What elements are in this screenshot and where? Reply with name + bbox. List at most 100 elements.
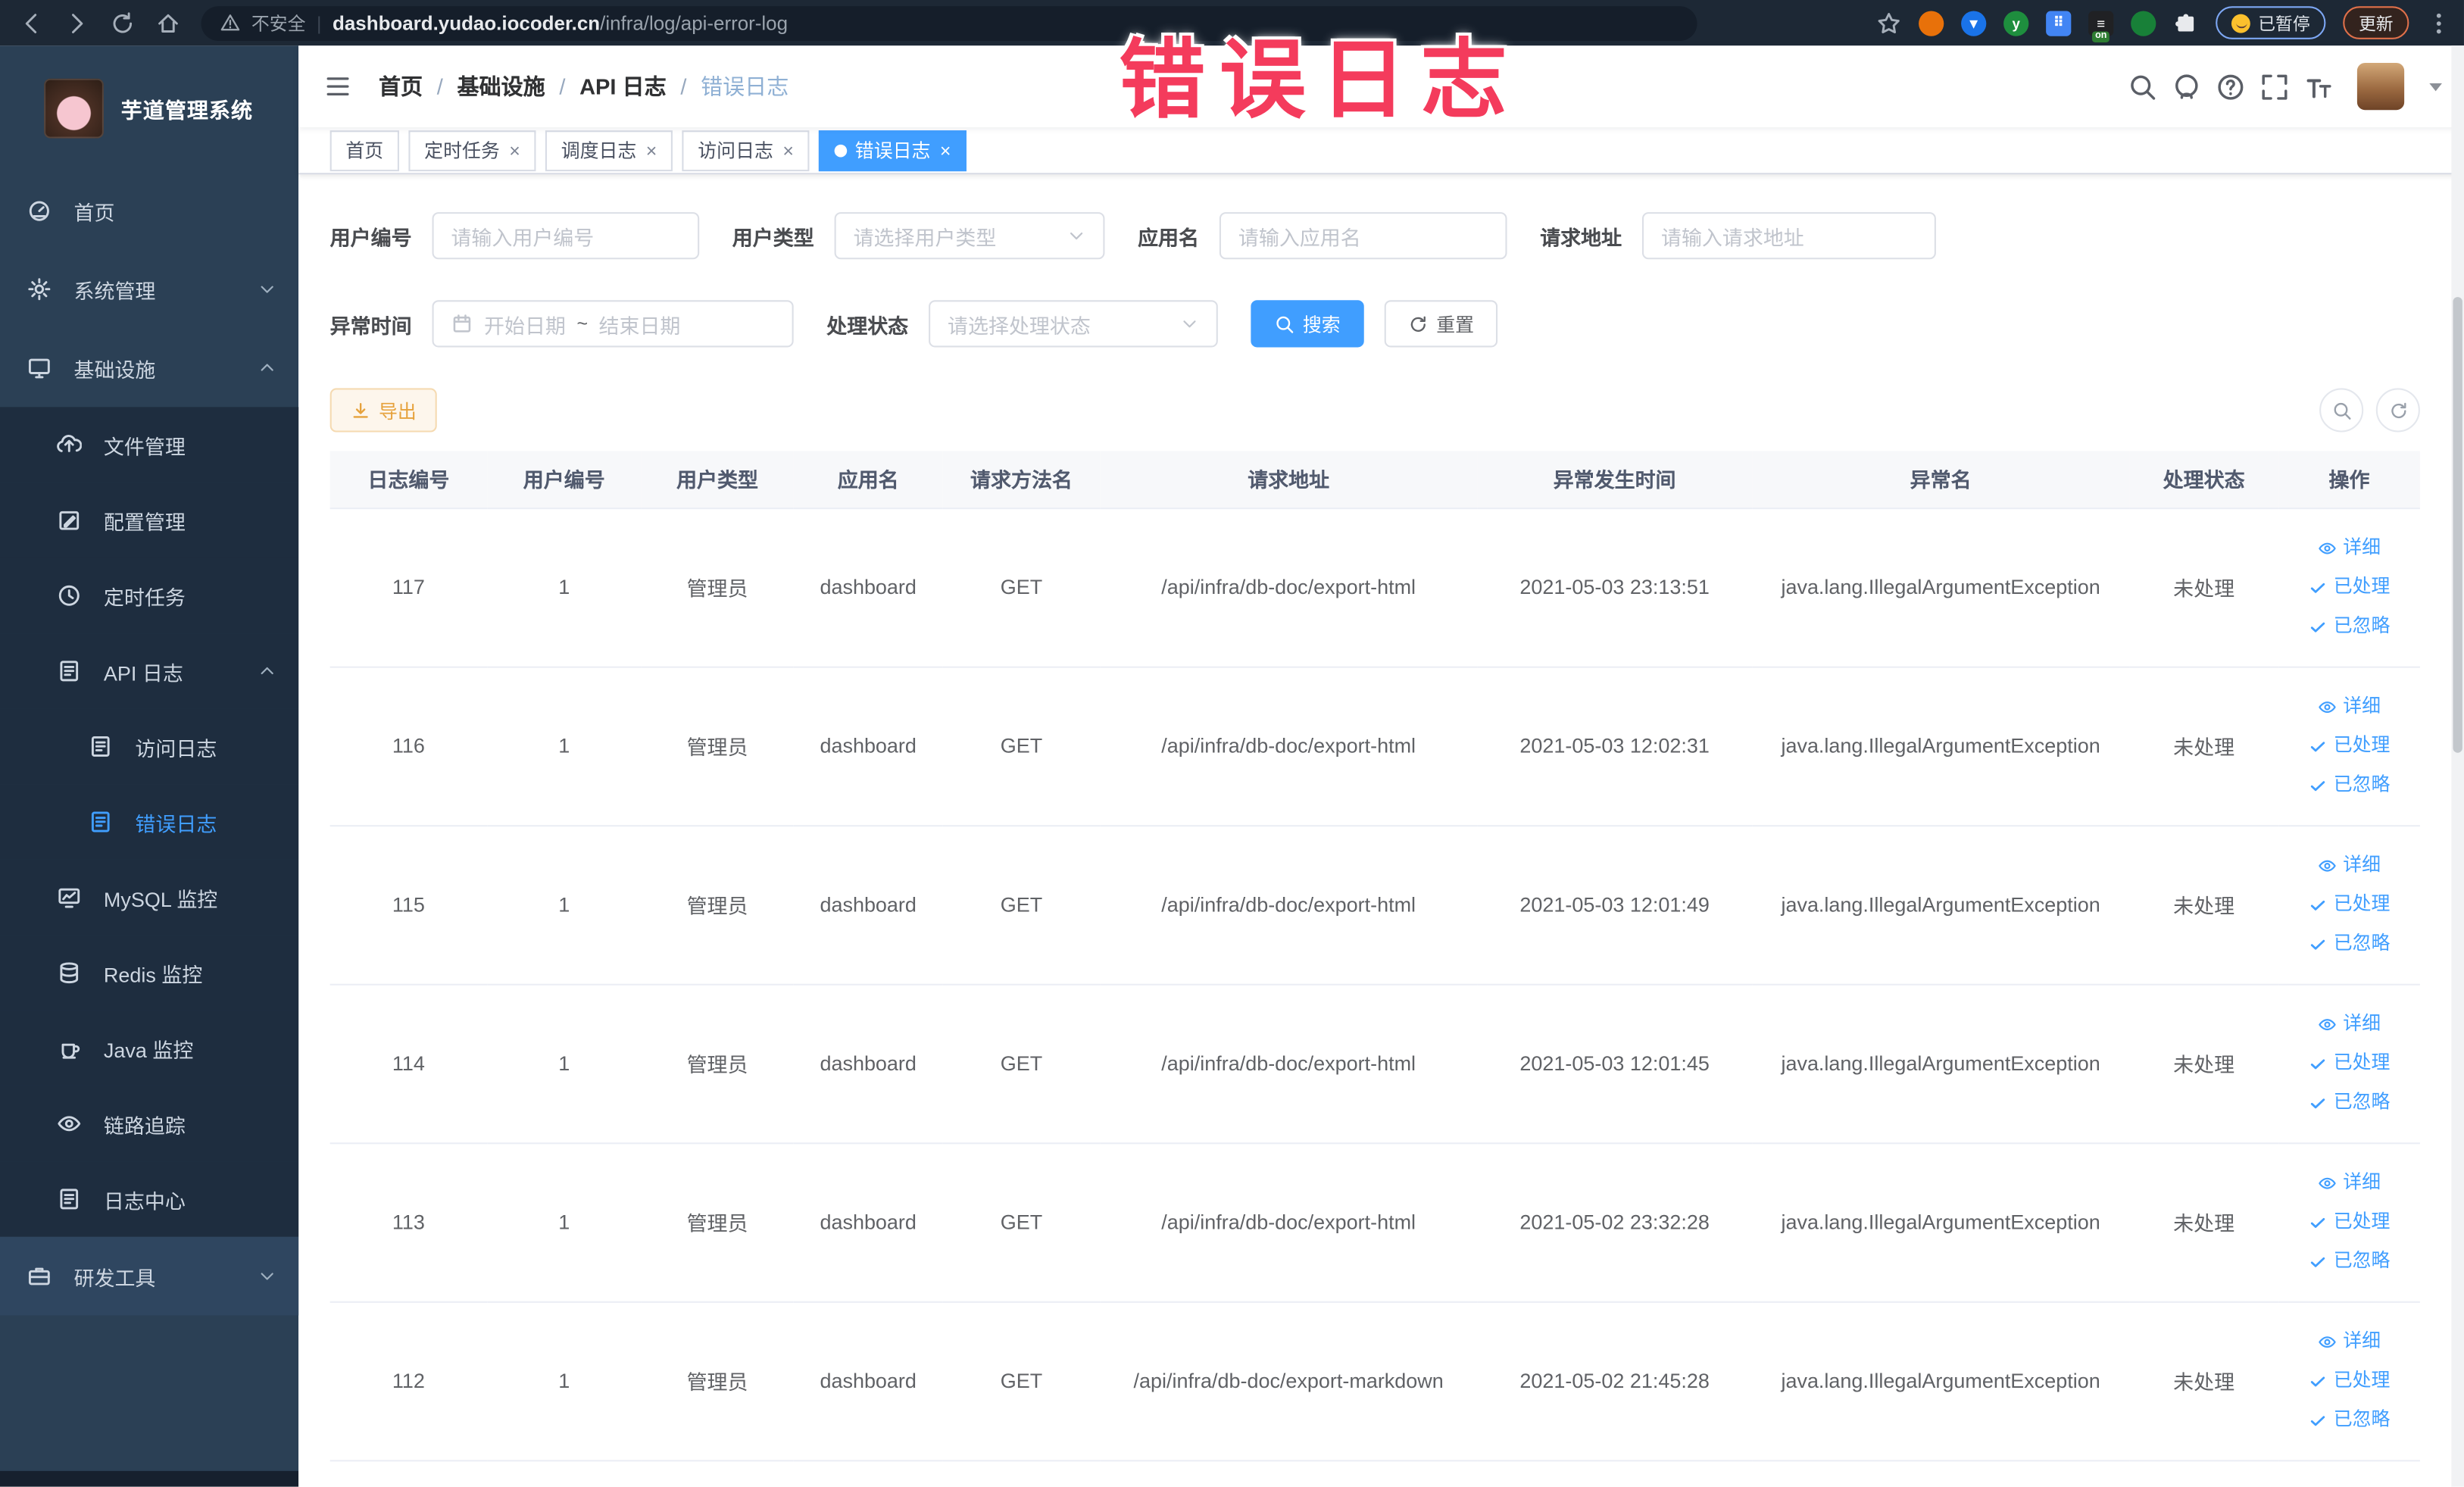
sidebar-item-10[interactable]: Redis 监控 — [0, 935, 299, 1011]
browser-back-icon[interactable] — [19, 10, 44, 35]
table-cell: 1 — [487, 983, 642, 1144]
breadcrumb-item-1[interactable]: 基础设施 — [457, 70, 545, 102]
ext-location-icon[interactable]: ▼ — [1961, 10, 1987, 36]
row-action-detail[interactable]: 详细 — [2284, 687, 2413, 726]
sidebar-item-5[interactable]: 定时任务 — [0, 558, 299, 634]
tab-4[interactable]: 错误日志 × — [819, 130, 967, 171]
tab-1[interactable]: 定时任务 × — [408, 130, 536, 171]
row-action-ignored[interactable]: 已忽略 — [2284, 924, 2413, 964]
table-row-4: 113 1 管理员 dashboard GET/api/infra/db-doc/exp… — [329, 1142, 2420, 1302]
sidebar-item-2[interactable]: 基础设施 — [0, 329, 298, 408]
sidebar-collapse-icon[interactable] — [323, 72, 351, 100]
question-icon[interactable] — [2216, 71, 2245, 101]
tab-close-icon[interactable]: × — [782, 141, 794, 160]
browser-menu-kebab-icon[interactable] — [2426, 10, 2451, 35]
ext-green-y-icon[interactable]: y — [2003, 10, 2029, 36]
table-cell: GET — [942, 825, 1101, 985]
row-action-ignored[interactable]: 已忽略 — [2284, 607, 2413, 646]
row-action-ignored[interactable]: 已忽略 — [2284, 1242, 2413, 1281]
tab-3[interactable]: 访问日志 × — [682, 130, 810, 171]
sidebar-item-11[interactable]: Java 监控 — [0, 1010, 299, 1086]
fullscreen-icon[interactable] — [2259, 71, 2289, 101]
tab-label: 首页 — [345, 139, 384, 162]
row-action-detail[interactable]: 详细 — [2284, 845, 2413, 885]
sidebar-item-14[interactable]: 研发工具 — [0, 1236, 299, 1316]
browser-forward-icon[interactable] — [64, 10, 89, 35]
search-button[interactable]: 搜索 — [1251, 300, 1364, 348]
filter-group-3: 请求地址 请输入请求地址 — [1540, 212, 1937, 260]
sidebar-item-6[interactable]: API 日志 — [0, 633, 299, 709]
github-icon[interactable] — [2172, 71, 2201, 101]
sidebar-item-8[interactable]: 错误日志 — [0, 784, 299, 860]
reset-button[interactable]: 重置 — [1384, 300, 1498, 348]
sidebar-item-12[interactable]: 链路追踪 — [0, 1086, 299, 1162]
user-avatar[interactable] — [2356, 62, 2405, 111]
filter-select-1[interactable]: 请选择用户类型 — [834, 212, 1105, 260]
row-action-processed[interactable]: 已处理 — [2284, 885, 2413, 924]
sidebar-logo-row[interactable]: 芋道管理系统 — [0, 45, 298, 171]
breadcrumb-item-2[interactable]: API 日志 — [579, 70, 667, 102]
tab-close-icon[interactable]: × — [940, 141, 951, 160]
tab-close-icon[interactable]: × — [509, 141, 520, 160]
tab-2[interactable]: 调度日志 × — [545, 130, 673, 171]
status-select[interactable]: 请选择处理状态 — [929, 300, 1218, 348]
ext-dark-on-icon[interactable]: ≡ on — [2088, 10, 2114, 42]
row-action-processed[interactable]: 已处理 — [2284, 1202, 2413, 1242]
row-action-ignored[interactable]: 已忽略 — [2284, 1082, 2413, 1122]
row-action-processed[interactable]: 已处理 — [2284, 726, 2413, 765]
ext-orange-icon[interactable] — [1919, 10, 1944, 36]
filter-input-3[interactable]: 请输入请求地址 — [1642, 212, 1937, 260]
sidebar-item-0[interactable]: 首页 — [0, 171, 298, 250]
avatar-caret-icon[interactable] — [2429, 82, 2442, 91]
sidebar-item-label: 日志中心 — [103, 1189, 186, 1213]
page-scrollbar[interactable] — [2451, 45, 2464, 1487]
table-cell: /api/infra/db-doc/export-html — [1100, 825, 1478, 985]
row-action-processed[interactable]: 已处理 — [2284, 567, 2413, 607]
screen: 不安全 | dashboard.yudao.iocoder.cn/infra/l… — [0, 0, 2464, 1487]
action-label: 详细 — [2343, 536, 2381, 558]
sidebar-item-7[interactable]: 访问日志 — [0, 708, 299, 785]
sidebar-item-3[interactable]: 文件管理 — [0, 407, 299, 483]
row-action-detail[interactable]: 详细 — [2284, 1004, 2413, 1044]
navbar-actions — [2128, 62, 2464, 111]
browser-reload-icon[interactable] — [110, 10, 135, 35]
breadcrumb-separator: / — [436, 73, 443, 99]
table-cell: 管理员 — [641, 666, 794, 826]
breadcrumb-item-0[interactable]: 首页 — [379, 70, 423, 102]
row-action-detail[interactable]: 详细 — [2284, 1322, 2413, 1361]
row-action-ignored[interactable]: 已忽略 — [2284, 765, 2413, 804]
filter-input-2[interactable]: 请输入应用名 — [1219, 212, 1507, 260]
refresh-table-button[interactable] — [2375, 388, 2420, 433]
tab-0[interactable]: 首页 — [329, 130, 399, 171]
tab-close-icon[interactable]: × — [646, 141, 657, 160]
sidebar-item-4[interactable]: 配置管理 — [0, 482, 299, 558]
column-header: 异常发生时间 — [1477, 451, 1753, 509]
filter-input-0[interactable]: 请输入用户编号 — [432, 212, 700, 260]
export-button[interactable]: 导出 — [329, 388, 437, 433]
sidebar-item-13[interactable]: 日志中心 — [0, 1161, 299, 1237]
sidebar-item-label: 访问日志 — [135, 736, 217, 761]
sidebar-item-1[interactable]: 系统管理 — [0, 250, 298, 329]
bookmark-star-icon[interactable] — [1876, 10, 1901, 35]
update-button[interactable]: 更新 — [2343, 6, 2409, 39]
sidebar-item-9[interactable]: MySQL 监控 — [0, 859, 299, 936]
fontsize-icon[interactable] — [2303, 71, 2333, 101]
address-bar[interactable]: 不安全 | dashboard.yudao.iocoder.cn/infra/l… — [201, 5, 1697, 40]
profile-paused-chip[interactable]: 已暂停 — [2216, 6, 2326, 39]
show-search-toggle-button[interactable] — [2319, 388, 2364, 433]
ext-grid-icon[interactable]: ⠿ — [2046, 10, 2072, 36]
row-action-detail[interactable]: 详细 — [2284, 528, 2413, 567]
row-action-detail[interactable]: 详细 — [2284, 1163, 2413, 1202]
row-action-processed[interactable]: 已处理 — [2284, 1044, 2413, 1083]
row-action-processed[interactable]: 已处理 — [2284, 1361, 2413, 1401]
top-navbar: 首页 / 基础设施 / API 日志 / 错误日志 — [298, 45, 2464, 128]
date-range-picker[interactable]: 开始日期 ~ 结束日期 — [432, 300, 794, 348]
ext-puzzle-icon[interactable] — [2173, 10, 2198, 35]
action-label: 已忽略 — [2333, 614, 2391, 637]
row-action-ignored[interactable]: 已忽略 — [2284, 1400, 2413, 1439]
scrollbar-thumb[interactable] — [2453, 297, 2462, 753]
search-icon[interactable] — [2128, 71, 2157, 101]
ext-leaf-icon[interactable] — [2131, 10, 2156, 36]
browser-home-icon[interactable] — [155, 10, 180, 35]
table-cell: /api/infra/db-doc/export-markdown — [1100, 1301, 1478, 1461]
